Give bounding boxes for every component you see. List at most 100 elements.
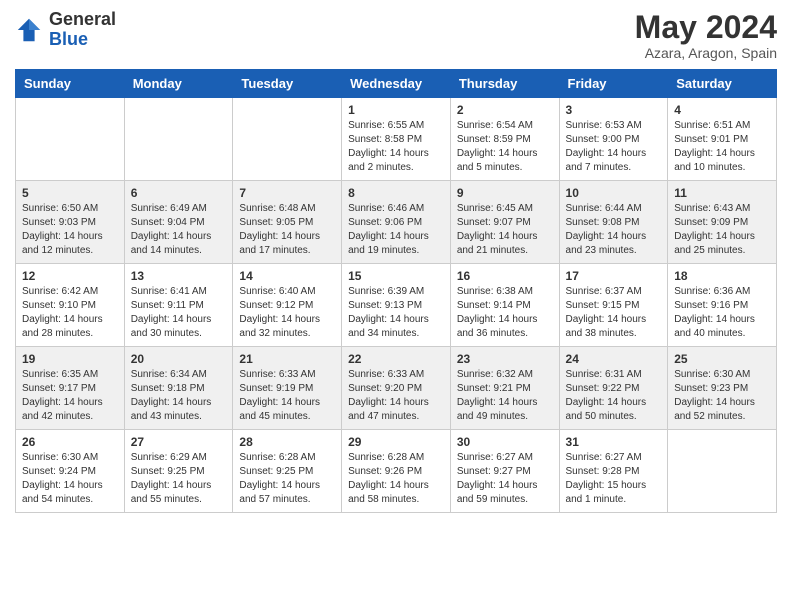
- calendar-day-cell: 19 Sunrise: 6:35 AM Sunset: 9:17 PM Dayli…: [16, 347, 125, 430]
- day-info: Sunrise: 6:45 AM Sunset: 9:07 PM Dayligh…: [457, 202, 553, 258]
- day-number: 10: [566, 186, 662, 200]
- header-saturday: Saturday: [668, 70, 777, 98]
- location: Azara, Aragon, Spain: [635, 45, 777, 61]
- weekday-header-row: Sunday Monday Tuesday Wednesday Thursday…: [16, 70, 777, 98]
- header: General Blue May 2024 Azara, Aragon, Spa…: [15, 10, 777, 61]
- calendar-week-row: 5 Sunrise: 6:50 AM Sunset: 9:03 PM Daylig…: [16, 181, 777, 264]
- calendar-day-cell: [668, 430, 777, 513]
- day-number: 6: [131, 186, 227, 200]
- day-info: Sunrise: 6:37 AM Sunset: 9:15 PM Dayligh…: [566, 285, 662, 341]
- day-number: 7: [239, 186, 335, 200]
- day-info: Sunrise: 6:55 AM Sunset: 8:58 PM Dayligh…: [348, 119, 444, 175]
- day-number: 9: [457, 186, 553, 200]
- calendar-day-cell: 1 Sunrise: 6:55 AM Sunset: 8:58 PM Daylig…: [342, 98, 451, 181]
- day-number: 3: [566, 103, 662, 117]
- calendar-day-cell: [233, 98, 342, 181]
- day-number: 23: [457, 352, 553, 366]
- calendar-day-cell: 20Sunrise: 6:34 AM Sunset: 9:18 PM Dayli…: [124, 347, 233, 430]
- day-number: 31: [566, 435, 662, 449]
- calendar-week-row: 12Sunrise: 6:42 AM Sunset: 9:10 PM Dayli…: [16, 264, 777, 347]
- calendar-day-cell: 13Sunrise: 6:41 AM Sunset: 9:11 PM Dayli…: [124, 264, 233, 347]
- day-info: Sunrise: 6:44 AM Sunset: 9:08 PM Dayligh…: [566, 202, 662, 258]
- calendar-day-cell: 22 Sunrise: 6:33 AM Sunset: 9:20 PM Dayli…: [342, 347, 451, 430]
- calendar-day-cell: 29 Sunrise: 6:28 AM Sunset: 9:26 PM Dayli…: [342, 430, 451, 513]
- day-info: Sunrise: 6:50 AM Sunset: 9:03 PM Dayligh…: [22, 202, 118, 258]
- day-info: Sunrise: 6:38 AM Sunset: 9:14 PM Dayligh…: [457, 285, 553, 341]
- day-info: Sunrise: 6:30 AM Sunset: 9:24 PM Dayligh…: [22, 451, 118, 507]
- day-info: Sunrise: 6:48 AM Sunset: 9:05 PM Dayligh…: [239, 202, 335, 258]
- calendar-day-cell: 5 Sunrise: 6:50 AM Sunset: 9:03 PM Daylig…: [16, 181, 125, 264]
- header-thursday: Thursday: [450, 70, 559, 98]
- day-info: Sunrise: 6:54 AM Sunset: 8:59 PM Dayligh…: [457, 119, 553, 175]
- calendar-day-cell: 4Sunrise: 6:51 AM Sunset: 9:01 PM Daylig…: [668, 98, 777, 181]
- logo-text: General Blue: [49, 10, 116, 50]
- day-number: 30: [457, 435, 553, 449]
- day-info: Sunrise: 6:32 AM Sunset: 9:21 PM Dayligh…: [457, 368, 553, 424]
- calendar-day-cell: 23 Sunrise: 6:32 AM Sunset: 9:21 PM Dayli…: [450, 347, 559, 430]
- calendar-day-cell: 11 Sunrise: 6:43 AM Sunset: 9:09 PM Dayli…: [668, 181, 777, 264]
- day-info: Sunrise: 6:46 AM Sunset: 9:06 PM Dayligh…: [348, 202, 444, 258]
- calendar-day-cell: 8 Sunrise: 6:46 AM Sunset: 9:06 PM Daylig…: [342, 181, 451, 264]
- day-number: 15: [348, 269, 444, 283]
- calendar-day-cell: 21Sunrise: 6:33 AM Sunset: 9:19 PM Dayli…: [233, 347, 342, 430]
- day-info: Sunrise: 6:40 AM Sunset: 9:12 PM Dayligh…: [239, 285, 335, 341]
- calendar-day-cell: 24 Sunrise: 6:31 AM Sunset: 9:22 PM Dayli…: [559, 347, 668, 430]
- day-number: 24: [566, 352, 662, 366]
- header-tuesday: Tuesday: [233, 70, 342, 98]
- logo: General Blue: [15, 10, 116, 50]
- calendar-day-cell: [16, 98, 125, 181]
- calendar-day-cell: 10 Sunrise: 6:44 AM Sunset: 9:08 PM Dayli…: [559, 181, 668, 264]
- day-info: Sunrise: 6:29 AM Sunset: 9:25 PM Dayligh…: [131, 451, 227, 507]
- day-number: 11: [674, 186, 770, 200]
- day-number: 1: [348, 103, 444, 117]
- day-info: Sunrise: 6:51 AM Sunset: 9:01 PM Dayligh…: [674, 119, 770, 175]
- calendar-day-cell: 31 Sunrise: 6:27 AM Sunset: 9:28 PM Dayli…: [559, 430, 668, 513]
- day-info: Sunrise: 6:35 AM Sunset: 9:17 PM Dayligh…: [22, 368, 118, 424]
- day-number: 5: [22, 186, 118, 200]
- calendar-day-cell: 17Sunrise: 6:37 AM Sunset: 9:15 PM Dayli…: [559, 264, 668, 347]
- header-wednesday: Wednesday: [342, 70, 451, 98]
- day-info: Sunrise: 6:33 AM Sunset: 9:20 PM Dayligh…: [348, 368, 444, 424]
- day-info: Sunrise: 6:41 AM Sunset: 9:11 PM Dayligh…: [131, 285, 227, 341]
- day-number: 20: [131, 352, 227, 366]
- day-info: Sunrise: 6:27 AM Sunset: 9:28 PM Dayligh…: [566, 451, 662, 507]
- calendar-table: Sunday Monday Tuesday Wednesday Thursday…: [15, 69, 777, 513]
- calendar-day-cell: [124, 98, 233, 181]
- calendar-day-cell: 16 Sunrise: 6:38 AM Sunset: 9:14 PM Dayli…: [450, 264, 559, 347]
- day-info: Sunrise: 6:30 AM Sunset: 9:23 PM Dayligh…: [674, 368, 770, 424]
- calendar-day-cell: 30 Sunrise: 6:27 AM Sunset: 9:27 PM Dayli…: [450, 430, 559, 513]
- day-number: 29: [348, 435, 444, 449]
- calendar-week-row: 1 Sunrise: 6:55 AM Sunset: 8:58 PM Daylig…: [16, 98, 777, 181]
- day-info: Sunrise: 6:27 AM Sunset: 9:27 PM Dayligh…: [457, 451, 553, 507]
- header-sunday: Sunday: [16, 70, 125, 98]
- calendar-day-cell: 9 Sunrise: 6:45 AM Sunset: 9:07 PM Daylig…: [450, 181, 559, 264]
- day-info: Sunrise: 6:53 AM Sunset: 9:00 PM Dayligh…: [566, 119, 662, 175]
- calendar-day-cell: 28Sunrise: 6:28 AM Sunset: 9:25 PM Dayli…: [233, 430, 342, 513]
- page-container: General Blue May 2024 Azara, Aragon, Spa…: [0, 0, 792, 523]
- day-info: Sunrise: 6:28 AM Sunset: 9:25 PM Dayligh…: [239, 451, 335, 507]
- day-info: Sunrise: 6:33 AM Sunset: 9:19 PM Dayligh…: [239, 368, 335, 424]
- calendar-day-cell: 2Sunrise: 6:54 AM Sunset: 8:59 PM Daylig…: [450, 98, 559, 181]
- day-info: Sunrise: 6:42 AM Sunset: 9:10 PM Dayligh…: [22, 285, 118, 341]
- day-info: Sunrise: 6:36 AM Sunset: 9:16 PM Dayligh…: [674, 285, 770, 341]
- day-number: 26: [22, 435, 118, 449]
- day-number: 22: [348, 352, 444, 366]
- calendar-day-cell: 27 Sunrise: 6:29 AM Sunset: 9:25 PM Dayli…: [124, 430, 233, 513]
- header-friday: Friday: [559, 70, 668, 98]
- day-number: 16: [457, 269, 553, 283]
- day-number: 19: [22, 352, 118, 366]
- day-info: Sunrise: 6:43 AM Sunset: 9:09 PM Dayligh…: [674, 202, 770, 258]
- day-info: Sunrise: 6:31 AM Sunset: 9:22 PM Dayligh…: [566, 368, 662, 424]
- calendar-day-cell: 26 Sunrise: 6:30 AM Sunset: 9:24 PM Dayli…: [16, 430, 125, 513]
- calendar-day-cell: 3 Sunrise: 6:53 AM Sunset: 9:00 PM Daylig…: [559, 98, 668, 181]
- calendar-week-row: 26 Sunrise: 6:30 AM Sunset: 9:24 PM Dayli…: [16, 430, 777, 513]
- calendar-day-cell: 12Sunrise: 6:42 AM Sunset: 9:10 PM Dayli…: [16, 264, 125, 347]
- calendar-day-cell: 14Sunrise: 6:40 AM Sunset: 9:12 PM Dayli…: [233, 264, 342, 347]
- day-info: Sunrise: 6:39 AM Sunset: 9:13 PM Dayligh…: [348, 285, 444, 341]
- day-number: 18: [674, 269, 770, 283]
- day-number: 8: [348, 186, 444, 200]
- calendar-day-cell: 18 Sunrise: 6:36 AM Sunset: 9:16 PM Dayli…: [668, 264, 777, 347]
- day-info: Sunrise: 6:28 AM Sunset: 9:26 PM Dayligh…: [348, 451, 444, 507]
- day-number: 27: [131, 435, 227, 449]
- day-number: 25: [674, 352, 770, 366]
